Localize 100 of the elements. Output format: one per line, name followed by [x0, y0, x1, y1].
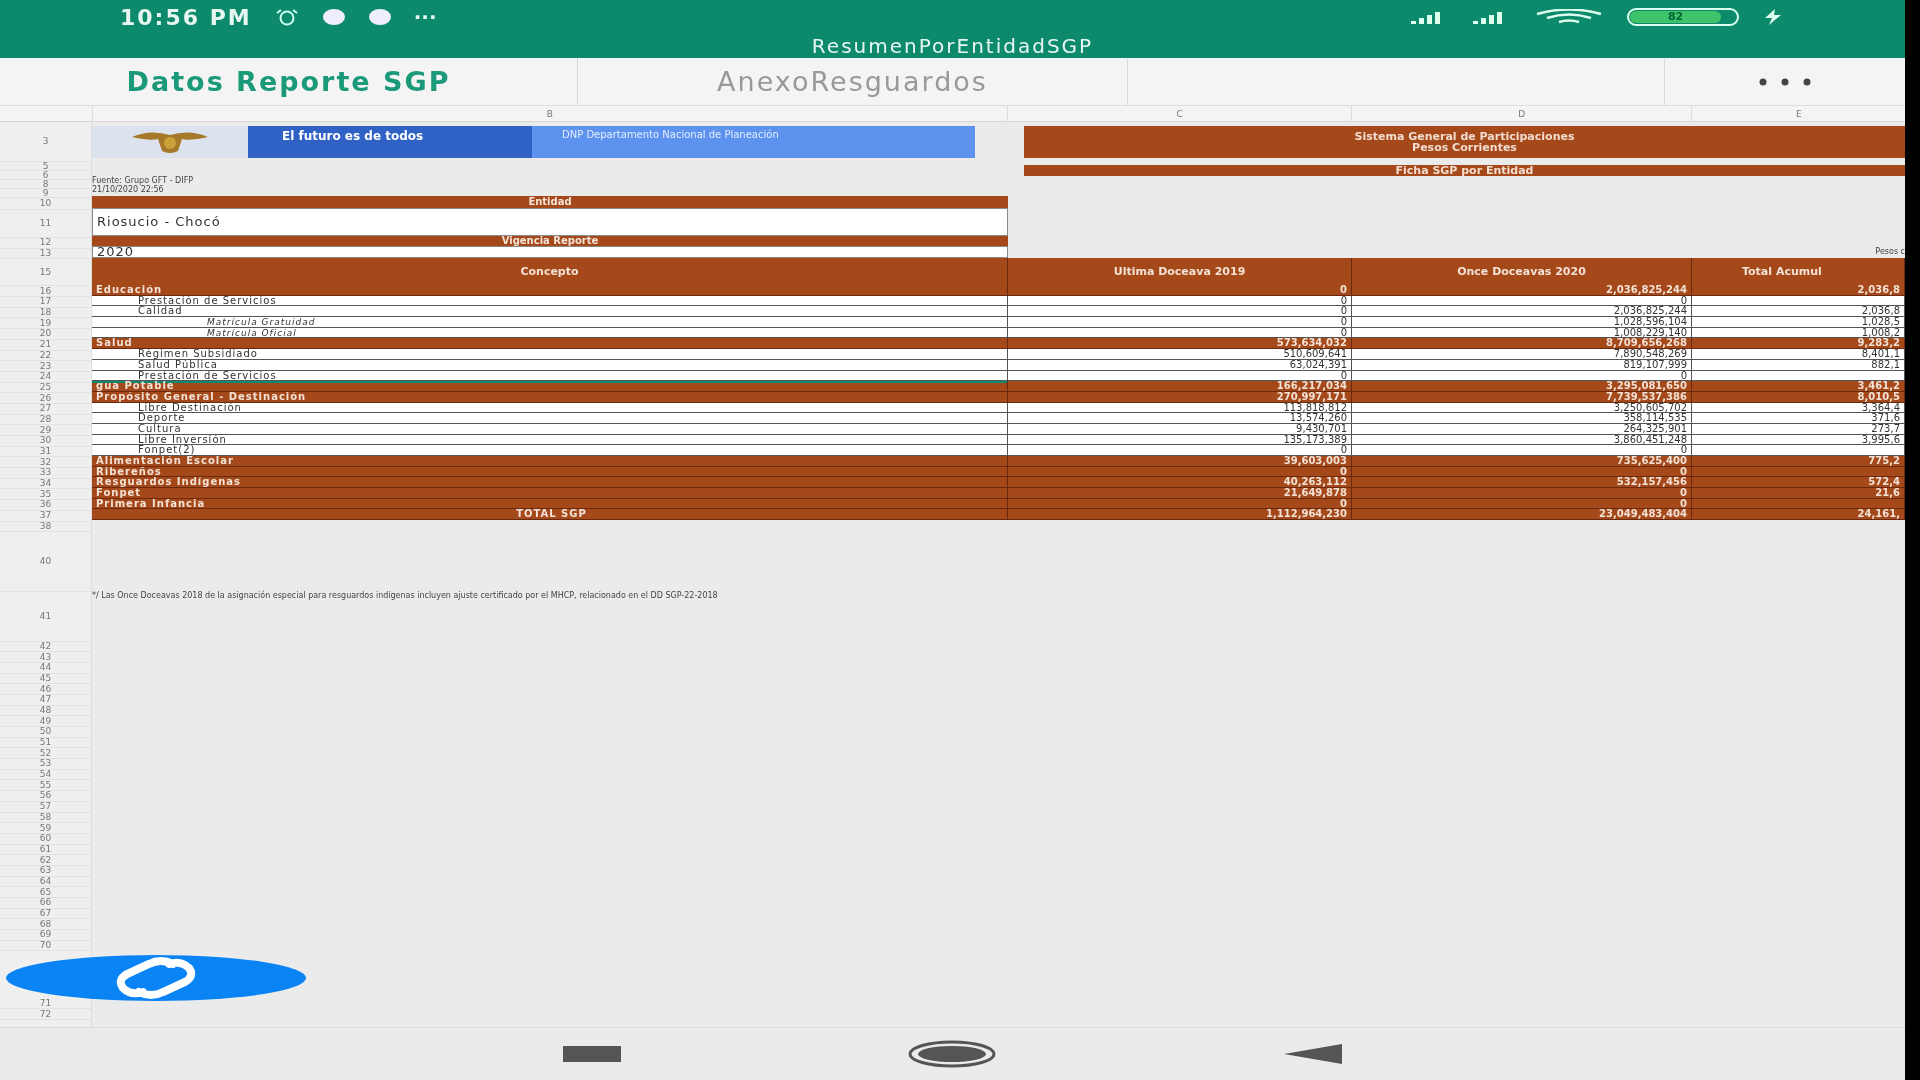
table-cell[interactable]: 23,049,483,404: [1352, 509, 1692, 521]
table-cell[interactable]: 113,818,812: [1008, 402, 1352, 414]
table-cell[interactable]: Salud Pública: [92, 359, 1008, 371]
table-cell[interactable]: Salud: [92, 338, 1008, 350]
table-cell[interactable]: 0: [1008, 295, 1352, 307]
table-cell[interactable]: 24,161,: [1692, 509, 1905, 521]
table-cell[interactable]: 1,028,596,104: [1352, 317, 1692, 328]
table-cell[interactable]: 532,157,456: [1352, 477, 1692, 489]
table-cell[interactable]: Educación: [92, 285, 1008, 296]
table-cell[interactable]: TOTAL SGP: [92, 509, 1008, 521]
row-number: 32: [39, 457, 52, 467]
table-cell[interactable]: [1692, 295, 1905, 307]
table-cell[interactable]: Cultura: [92, 423, 1008, 435]
period-value[interactable]: 2020: [92, 246, 1008, 258]
table-cell[interactable]: 2,036,8: [1692, 285, 1905, 296]
table-cell[interactable]: Alimentación Escolar: [92, 456, 1008, 467]
column-header[interactable]: C: [1006, 106, 1352, 121]
table-cell[interactable]: 2,036,825,244: [1352, 285, 1692, 296]
table-cell[interactable]: 3,250,605,702: [1352, 402, 1692, 414]
table-cell[interactable]: 3,364,4: [1692, 402, 1905, 414]
table-cell[interactable]: 0: [1008, 317, 1352, 328]
table-cell[interactable]: 2,036,8: [1692, 306, 1905, 318]
table-cell[interactable]: 9,283,2: [1692, 338, 1905, 350]
table-cell[interactable]: 270,997,171: [1008, 391, 1352, 403]
column-header[interactable]: D: [1351, 106, 1692, 121]
table-cell[interactable]: [1692, 370, 1905, 382]
table-cell[interactable]: 0: [1008, 466, 1352, 478]
table-cell[interactable]: 7,890,548,269: [1352, 349, 1692, 360]
row-number: 46: [39, 684, 52, 694]
table-cell[interactable]: Resguardos Indígenas: [92, 477, 1008, 489]
entity-value[interactable]: Riosucio - Chocó: [92, 208, 1008, 236]
table-cell[interactable]: Fonpet(2): [92, 445, 1008, 456]
table-cell[interactable]: 358,114,535: [1352, 413, 1692, 424]
table-cell[interactable]: 264,325,901: [1352, 423, 1692, 435]
column-header[interactable]: B: [91, 106, 1007, 121]
table-cell[interactable]: 2,036,825,244: [1352, 306, 1692, 318]
table-cell[interactable]: Matrícula Gratuidad: [92, 317, 1008, 328]
table-cell[interactable]: Prestación de Servicios: [92, 370, 1008, 382]
table-cell[interactable]: Prestación de Servicios: [92, 295, 1008, 307]
table-cell[interactable]: 735,625,400: [1352, 456, 1692, 467]
table-cell[interactable]: Fonpet: [92, 488, 1008, 499]
table-cell[interactable]: Libre Destinación: [92, 402, 1008, 414]
table-cell[interactable]: Calidad: [92, 306, 1008, 318]
table-cell[interactable]: 0: [1352, 445, 1692, 456]
table-cell[interactable]: 775,2: [1692, 456, 1905, 467]
table-cell[interactable]: [1692, 466, 1905, 478]
table-cell[interactable]: 8,401,1: [1692, 349, 1905, 360]
table-cell[interactable]: 3,995,6: [1692, 434, 1905, 446]
table-cell[interactable]: 1,008,229,140: [1352, 327, 1692, 339]
table-cell[interactable]: 21,6: [1692, 488, 1905, 499]
table-cell[interactable]: Deporte: [92, 413, 1008, 424]
table-cell[interactable]: 166,217,034: [1008, 381, 1352, 392]
table-cell[interactable]: 0: [1008, 498, 1352, 510]
table-cell[interactable]: 1,112,964,230: [1008, 509, 1352, 521]
table-cell[interactable]: 7,739,537,386: [1352, 391, 1692, 403]
table-cell[interactable]: 819,107,999: [1352, 359, 1692, 371]
column-header[interactable]: E: [1691, 106, 1905, 121]
home-icon[interactable]: [907, 1040, 998, 1068]
table-cell[interactable]: 273,7: [1692, 423, 1905, 435]
table-cell[interactable]: 0: [1008, 306, 1352, 318]
table-cell[interactable]: 510,609,641: [1008, 349, 1352, 360]
table-cell[interactable]: 0: [1008, 327, 1352, 339]
row-number: 23: [39, 361, 52, 371]
table-cell[interactable]: 1,008,2: [1692, 327, 1905, 339]
table-cell[interactable]: Propósito General - Destinación: [92, 391, 1008, 403]
table-cell[interactable]: 882,1: [1692, 359, 1905, 371]
table-cell[interactable]: 3,461,2: [1692, 381, 1905, 392]
table-cell[interactable]: 8,709,656,268: [1352, 338, 1692, 350]
table-cell[interactable]: 0: [1352, 488, 1692, 499]
table-cell[interactable]: 0: [1008, 445, 1352, 456]
table-cell[interactable]: Ribereños: [92, 466, 1008, 478]
table-cell[interactable]: gua Potable: [92, 381, 1008, 392]
table-cell[interactable]: Primera Infancia: [92, 498, 1008, 510]
table-cell[interactable]: 3,860,451,248: [1352, 434, 1692, 446]
table-cell[interactable]: 8,010,5: [1692, 391, 1905, 403]
table-cell[interactable]: Régimen Subsidiado: [92, 349, 1008, 360]
table-cell[interactable]: 13,574,260: [1008, 413, 1352, 424]
table-cell[interactable]: 40,263,112: [1008, 477, 1352, 489]
table-cell[interactable]: 0: [1352, 370, 1692, 382]
table-cell[interactable]: 135,173,389: [1008, 434, 1352, 446]
row-number: 31: [39, 447, 52, 457]
table-cell[interactable]: 1,028,5: [1692, 317, 1905, 328]
table-cell[interactable]: 0: [1352, 295, 1692, 307]
table-cell[interactable]: Libre Inversión: [92, 434, 1008, 446]
table-cell[interactable]: 0: [1008, 285, 1352, 296]
table-cell[interactable]: 39,603,003: [1008, 456, 1352, 467]
table-cell[interactable]: 371,6: [1692, 413, 1905, 424]
table-cell[interactable]: [1692, 498, 1905, 510]
row-number: 42: [39, 641, 52, 651]
table-cell[interactable]: 0: [1352, 498, 1692, 510]
table-cell[interactable]: 0: [1008, 370, 1352, 382]
table-cell[interactable]: 63,024,391: [1008, 359, 1352, 371]
table-cell[interactable]: 3,295,081,650: [1352, 381, 1692, 392]
table-cell[interactable]: 572,4: [1692, 477, 1905, 489]
table-cell[interactable]: 21,649,878: [1008, 488, 1352, 499]
table-cell[interactable]: 573,634,032: [1008, 338, 1352, 350]
table-cell[interactable]: [1692, 445, 1905, 456]
table-cell[interactable]: Matrícula Oficial: [92, 327, 1008, 339]
table-cell[interactable]: 0: [1352, 466, 1692, 478]
table-cell[interactable]: 9,430,701: [1008, 423, 1352, 435]
